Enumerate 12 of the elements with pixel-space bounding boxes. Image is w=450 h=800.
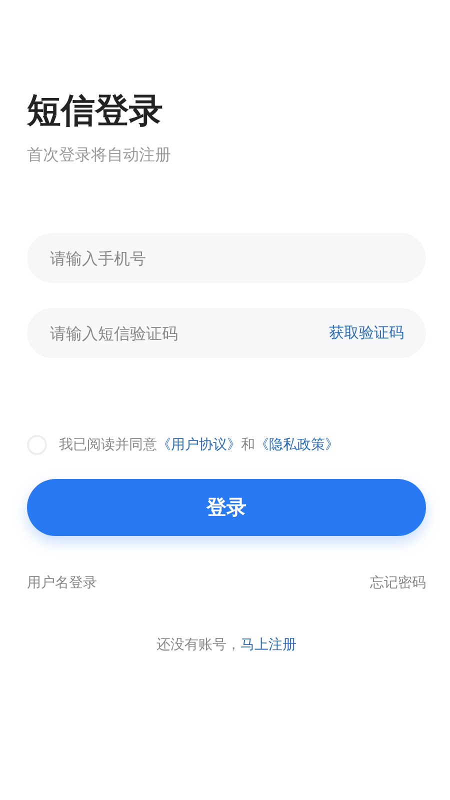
register-prompt: 还没有账号， [156,636,240,654]
forgot-password-link[interactable]: 忘记密码 [370,574,426,592]
register-link[interactable]: 马上注册 [240,636,296,654]
agreement-text: 我已阅读并同意《用户协议》和《隐私政策》 [59,436,339,454]
login-button[interactable]: 登录 [27,479,426,536]
phone-field[interactable]: 请输入手机号 [27,233,426,283]
page-title: 短信登录 [27,90,164,133]
get-code-link[interactable]: 获取验证码 [329,324,404,342]
subtitle: 首次登录将自动注册 [27,144,172,166]
user-agreement-link[interactable]: 《用户协议》 [157,437,241,453]
privacy-policy-link[interactable]: 《隐私政策》 [255,437,339,453]
username-login-link[interactable]: 用户名登录 [27,574,97,592]
